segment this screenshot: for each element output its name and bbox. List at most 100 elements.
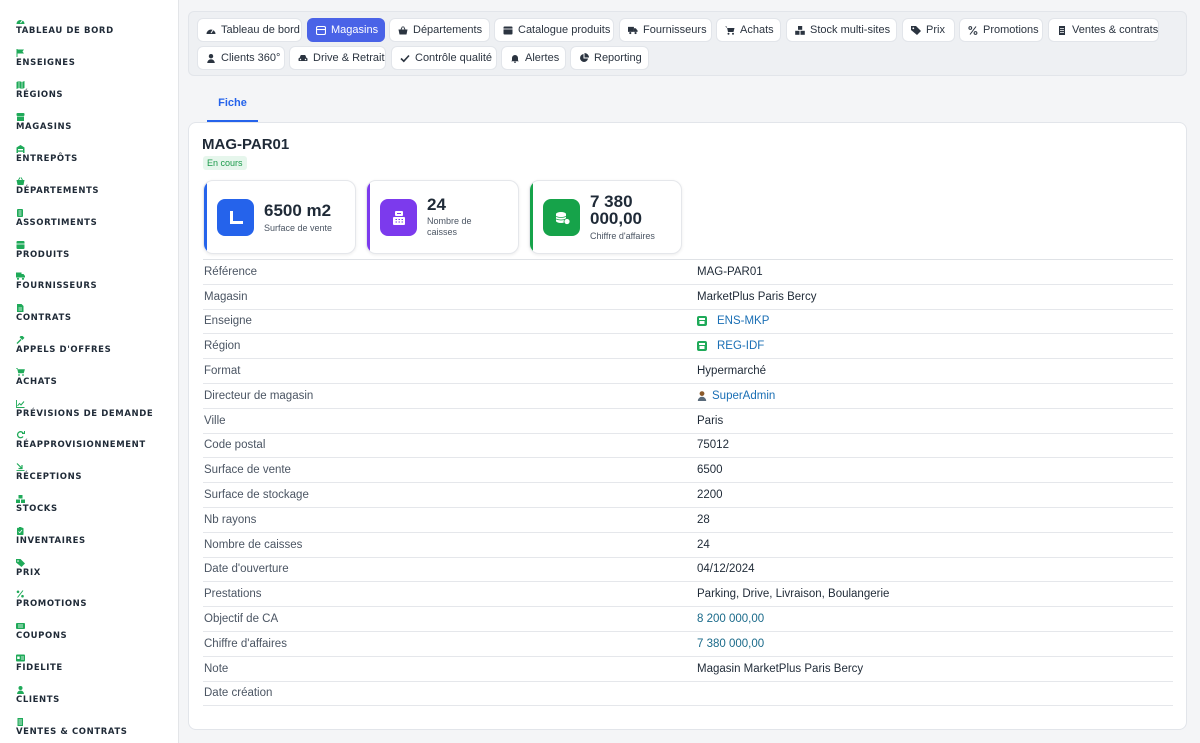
field-label: Surface de vente — [204, 464, 291, 477]
sidebar-item-label: STOCKS — [16, 504, 58, 514]
field-label: Région — [204, 340, 241, 353]
tag-icon — [911, 25, 921, 35]
field-label: Ville — [204, 414, 226, 427]
sidebar-item-magasins[interactable]: MAGASINS — [16, 113, 72, 132]
sidebar-item-enseignes[interactable]: ENSEIGNES — [16, 49, 75, 68]
sidebar-item-clients[interactable]: CLIENTS — [16, 686, 60, 705]
stat-value: 6500 m2 — [264, 201, 332, 220]
nav-label: Fournisseurs — [643, 24, 707, 36]
status-badge: En cours — [203, 156, 247, 170]
basket-icon — [398, 25, 408, 35]
nav-controle-qualite[interactable]: Contrôle qualité — [391, 46, 497, 70]
clipboard-icon — [16, 527, 25, 535]
sidebar-item-label: TABLEAU DE BORD — [16, 26, 114, 36]
field-label: Directeur de magasin — [204, 389, 314, 402]
receipt-icon — [16, 718, 25, 726]
boxes-icon — [16, 495, 25, 503]
nav-magasins[interactable]: Magasins — [307, 18, 385, 42]
stat-value: 7 380 000,00 — [590, 192, 642, 228]
sidebar-item-promotions[interactable]: PROMOTIONS — [16, 590, 87, 609]
nav-promotions[interactable]: Promotions — [959, 18, 1043, 42]
sidebar-item-label: RÉGIONS — [16, 90, 64, 100]
sidebar-item-assortiments[interactable]: ASSORTIMENTS — [16, 209, 97, 228]
field-value: MarketPlus Paris Bercy — [697, 290, 817, 303]
sidebar-item-label: PROMOTIONS — [16, 599, 88, 609]
sidebar-item-achats[interactable]: ACHATS — [16, 368, 57, 387]
sidebar-item-ventes-et-contrats[interactable]: VENTES & CONTRATS — [16, 718, 128, 737]
sidebar-item-regions[interactable]: RÉGIONS — [16, 81, 63, 100]
region-link[interactable]: REG-IDF — [697, 340, 764, 352]
field-value: Hypermarché — [697, 365, 767, 378]
sidebar-item-inventaires[interactable]: INVENTAIRES — [16, 527, 86, 546]
stat-value: 24 — [427, 195, 446, 214]
ruler-icon — [217, 199, 254, 236]
sidebar-item-label: ENTREPÔTS — [16, 154, 78, 164]
nav-label: Drive & Retrait — [313, 52, 385, 64]
sidebar-item-contrats[interactable]: CONTRATS — [16, 304, 72, 323]
boxes-icon — [795, 25, 805, 35]
top-navigation: Tableau de bord Magasins Départements Ca… — [188, 11, 1187, 76]
record-card: MAG-PAR01 En cours 6500 m2 Surface de ve… — [188, 122, 1187, 730]
enseigne-link[interactable]: ENS-MKP — [697, 315, 769, 327]
sidebar-item-label: ACHATS — [16, 377, 58, 387]
refresh-icon — [16, 431, 25, 439]
sidebar-item-stocks[interactable]: STOCKS — [16, 495, 58, 514]
dashboard-icon — [16, 17, 25, 25]
table-row: Région REG-IDF — [203, 334, 1173, 360]
nav-tableau-de-bord[interactable]: Tableau de bord — [197, 18, 302, 42]
field-value: Parking, Drive, Livraison, Boulangerie — [697, 588, 890, 601]
sidebar-item-entrepots[interactable]: ENTREPÔTS — [16, 145, 78, 164]
sidebar-item-label: FOURNISSEURS — [16, 281, 98, 291]
nav-ventes-et-contrats[interactable]: Ventes & contrats — [1048, 18, 1159, 42]
table-row: Référence MAG-PAR01 — [203, 260, 1173, 285]
field-value: 28 — [697, 513, 710, 526]
user-icon — [697, 391, 707, 401]
sidebar-item-receptions[interactable]: RÉCEPTIONS — [16, 463, 82, 482]
field-label: Format — [204, 365, 241, 378]
table-row: Code postal 75012 — [203, 434, 1173, 459]
nav-prix[interactable]: Prix — [902, 18, 955, 42]
nav-alertes[interactable]: Alertes — [501, 46, 566, 70]
sidebar-item-previsions-de-demande[interactable]: PRÉVISIONS DE DEMANDE — [16, 400, 153, 419]
stat-card-chiffre-affaires: 7 380 000,00 Chiffre d'affaires — [529, 180, 682, 254]
sidebar-item-tableau-de-bord[interactable]: TABLEAU DE BORD — [16, 17, 114, 36]
sidebar-item-produits[interactable]: PRODUITS — [16, 241, 70, 260]
sidebar-item-label: CONTRATS — [16, 313, 72, 323]
tab-fiche[interactable]: Fiche — [207, 92, 258, 122]
sidebar-item-label: ENSEIGNES — [16, 58, 76, 68]
truck-icon — [628, 25, 638, 35]
sidebar-item-fournisseurs[interactable]: FOURNISSEURS — [16, 272, 97, 291]
nav-catalogue-produits[interactable]: Catalogue produits — [494, 18, 614, 42]
nav-clients-360[interactable]: Clients 360° — [197, 46, 285, 70]
nav-reporting[interactable]: Reporting — [570, 46, 649, 70]
nav-fournisseurs[interactable]: Fournisseurs — [619, 18, 712, 42]
nav-departements[interactable]: Départements — [389, 18, 490, 42]
sidebar-item-fidelite[interactable]: FIDELITE — [16, 654, 63, 673]
record-title: MAG-PAR01 — [202, 136, 290, 153]
field-label: Date d'ouverture — [204, 563, 289, 576]
directeur-value: SuperAdmin — [712, 389, 776, 402]
nav-label: Départements — [413, 24, 483, 36]
nav-label: Promotions — [983, 24, 1039, 36]
sidebar-item-label: FIDELITE — [16, 663, 63, 673]
sidebar-item-label: MAGASINS — [16, 122, 72, 132]
nav-label: Prix — [926, 24, 945, 36]
sidebar-item-label: PRÉVISIONS DE DEMANDE — [16, 409, 154, 419]
sidebar-item-prix[interactable]: PRIX — [16, 559, 41, 578]
sidebar-item-departements[interactable]: DÉPARTEMENTS — [16, 177, 99, 196]
table-row: Chiffre d'affaires 7 380 000,00 — [203, 632, 1173, 657]
ticket-icon — [16, 622, 25, 630]
nav-achats[interactable]: Achats — [716, 18, 781, 42]
table-row: Surface de vente 6500 — [203, 458, 1173, 484]
contract-icon — [16, 304, 25, 312]
table-row: Directeur de magasin SuperAdmin — [203, 384, 1173, 409]
sidebar-item-appels-d-offres[interactable]: APPELS D'OFFRES — [16, 336, 111, 355]
directeur-link[interactable]: SuperAdmin — [697, 390, 775, 402]
nav-drive-et-retrait[interactable]: Drive & Retrait — [289, 46, 386, 70]
sidebar-item-reapprovisionnement[interactable]: RÉAPPROVISIONNEMENT — [16, 431, 146, 450]
nav-stock-multi-sites[interactable]: Stock multi-sites — [786, 18, 897, 42]
stat-card-caisses: 24 Nombre de caisses — [366, 180, 519, 254]
sidebar-item-coupons[interactable]: COUPONS — [16, 622, 67, 641]
check-icon — [400, 53, 410, 63]
sidebar-item-label: RÉAPPROVISIONNEMENT — [16, 440, 146, 450]
